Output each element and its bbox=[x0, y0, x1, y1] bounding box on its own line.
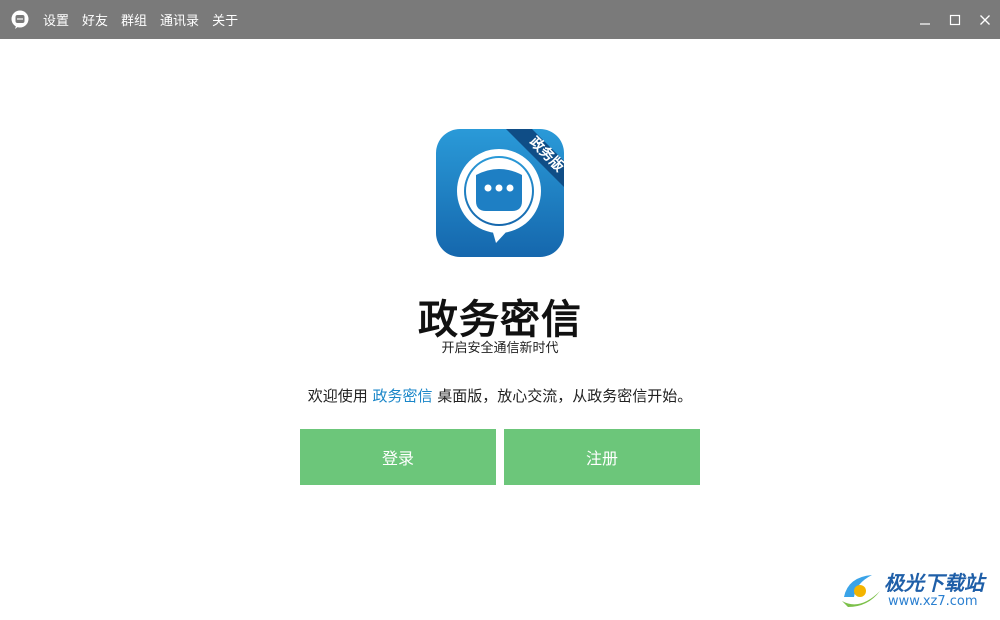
menu-item-contacts[interactable]: 通讯录 bbox=[160, 10, 199, 29]
menu-item-about[interactable]: 关于 bbox=[212, 10, 238, 29]
welcome-suffix: 桌面版，放心交流，从政务密信开始。 bbox=[432, 387, 693, 405]
app-logo-icon-large: 政务版 bbox=[436, 129, 564, 257]
login-button[interactable]: 登录 bbox=[300, 429, 496, 485]
maximize-icon bbox=[949, 14, 961, 25]
menu-item-settings[interactable]: 设置 bbox=[43, 10, 69, 29]
welcome-message: 欢迎使用 政务密信 桌面版，放心交流，从政务密信开始。 bbox=[0, 385, 1000, 406]
watermark-logo-icon bbox=[842, 575, 880, 607]
main-panel: 政务版 政务密信 开启安全通信新时代 欢迎使用 政务密信 桌面版，放心交流，从政… bbox=[0, 39, 1000, 620]
app-slogan: 开启安全通信新时代 bbox=[441, 341, 559, 356]
maximize-button[interactable] bbox=[940, 0, 970, 39]
welcome-app-link[interactable]: 政务密信 bbox=[372, 387, 432, 405]
app-logo-icon bbox=[11, 10, 29, 29]
welcome-prefix: 欢迎使用 bbox=[307, 387, 373, 405]
close-icon bbox=[980, 14, 990, 25]
window-controls bbox=[910, 0, 1000, 39]
title-bar: 设置 好友 群组 通讯录 关于 bbox=[0, 0, 1000, 39]
minimize-button[interactable] bbox=[910, 0, 940, 39]
minimize-icon bbox=[920, 22, 930, 25]
site-watermark: 极光下载站 www.xz7.com bbox=[838, 563, 998, 619]
register-button[interactable]: 注册 bbox=[504, 429, 700, 485]
menu-bar: 设置 好友 群组 通讯录 关于 bbox=[43, 0, 251, 39]
watermark-url: www.xz7.com bbox=[888, 594, 978, 609]
watermark-title: 极光下载站 bbox=[884, 571, 984, 595]
menu-item-friends[interactable]: 好友 bbox=[82, 10, 108, 29]
close-button[interactable] bbox=[970, 0, 1000, 39]
menu-item-groups[interactable]: 群组 bbox=[121, 10, 147, 29]
